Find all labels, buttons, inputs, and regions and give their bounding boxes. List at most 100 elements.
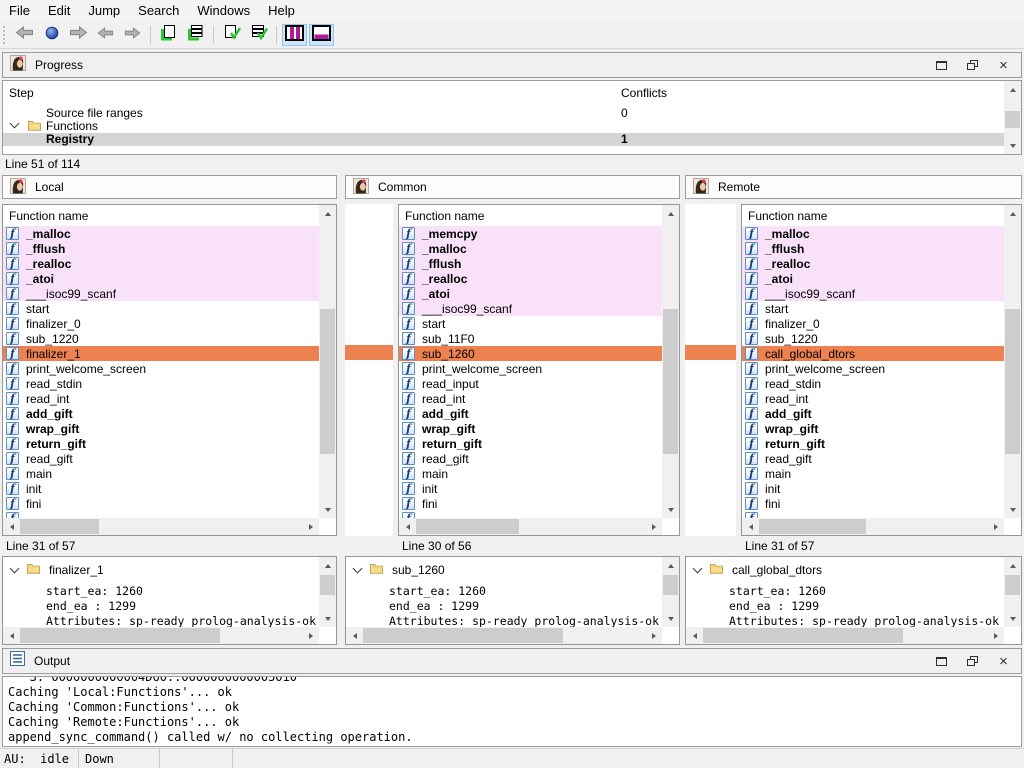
function-row[interactable]: fread_int (3, 391, 319, 406)
chevron-down-icon[interactable] (10, 119, 20, 129)
menu-help[interactable]: Help (259, 0, 304, 22)
horizontal-scrollbar[interactable] (742, 518, 1004, 535)
jump-next-button[interactable] (120, 24, 145, 46)
function-row[interactable]: fsub_1220 (742, 331, 1004, 346)
vertical-scrollbar[interactable] (319, 557, 336, 627)
function-row[interactable]: fprint_welcome_screen (742, 361, 1004, 376)
function-row[interactable]: fprint_welcome_screen (399, 361, 662, 376)
scroll-left-button[interactable] (346, 627, 363, 644)
function-row[interactable]: fmain (399, 466, 662, 481)
scroll-left-button[interactable] (686, 627, 703, 644)
scroll-left-button[interactable] (3, 518, 20, 535)
function-row[interactable]: fprint_welcome_screen (3, 361, 319, 376)
column-header-function-name[interactable]: Function name (3, 205, 319, 226)
scroll-right-button[interactable] (645, 627, 662, 644)
vertical-scrollbar[interactable] (319, 205, 336, 518)
scroll-down-button[interactable] (1004, 501, 1021, 518)
function-row[interactable]: fstart (399, 316, 662, 331)
validate-source-button[interactable] (219, 24, 244, 46)
view-output-button[interactable] (309, 24, 334, 46)
output-maximize-button[interactable] (935, 655, 948, 668)
maximize-button[interactable] (935, 59, 948, 72)
function-row[interactable]: f___isoc99_scanf (399, 301, 662, 316)
function-row[interactable]: f_fflush (3, 241, 319, 256)
scrollbar-thumb[interactable] (759, 519, 866, 534)
scroll-left-button[interactable] (742, 518, 759, 535)
function-row-selected[interactable]: ffinalizer_1 (3, 346, 319, 361)
function-row[interactable]: fread_input (399, 376, 662, 391)
scroll-down-button[interactable] (662, 501, 679, 518)
pane-title-local[interactable]: Local (2, 175, 337, 199)
function-row[interactable]: fsub_11F0 (399, 331, 662, 346)
progress-row-registry[interactable]: Registry1 (3, 133, 1004, 146)
function-row[interactable]: fwrap_gift (742, 421, 1004, 436)
scroll-right-button[interactable] (987, 518, 1004, 535)
column-header-step[interactable]: Step (9, 86, 34, 100)
detail-root-node[interactable]: finalizer_1 (11, 563, 104, 577)
chevron-down-icon[interactable] (693, 564, 703, 574)
function-row[interactable]: f (742, 511, 1004, 518)
column-header-conflicts[interactable]: Conflicts (621, 86, 667, 100)
function-row[interactable]: f_realloc (399, 271, 662, 286)
horizontal-scrollbar[interactable] (399, 518, 662, 535)
scrollbar-thumb[interactable] (1005, 309, 1020, 454)
progress-title-bar[interactable]: Progress × (2, 52, 1022, 78)
open-source-list-button[interactable] (156, 24, 181, 46)
function-row[interactable]: finit (3, 481, 319, 496)
function-row[interactable]: fadd_gift (399, 406, 662, 421)
scrollbar-thumb[interactable] (416, 519, 519, 534)
scroll-left-button[interactable] (399, 518, 416, 535)
scroll-right-button[interactable] (987, 627, 1004, 644)
horizontal-scrollbar[interactable] (3, 518, 319, 535)
function-row[interactable]: fread_gift (399, 451, 662, 466)
function-row[interactable]: fread_gift (3, 451, 319, 466)
menu-jump[interactable]: Jump (79, 0, 129, 22)
nav-back-button[interactable] (12, 24, 37, 46)
function-row[interactable]: ffini (399, 496, 662, 511)
function-row[interactable]: fadd_gift (3, 406, 319, 421)
pane-title-remote[interactable]: Remote (685, 175, 1022, 199)
scroll-right-button[interactable] (645, 518, 662, 535)
pane-title-common[interactable]: Common (345, 175, 680, 199)
output-title-bar[interactable]: Output × (2, 648, 1022, 674)
scroll-down-button[interactable] (319, 501, 336, 518)
function-row[interactable]: f_atoi (399, 286, 662, 301)
scroll-up-button[interactable] (319, 205, 336, 222)
scrollbar-thumb[interactable] (703, 628, 903, 643)
output-float-button[interactable] (966, 655, 979, 668)
scrollbar-thumb[interactable] (320, 575, 335, 595)
scrollbar-thumb[interactable] (663, 309, 678, 454)
close-button[interactable]: × (997, 59, 1010, 72)
function-row[interactable]: f_malloc (742, 226, 1004, 241)
function-row[interactable]: f_realloc (3, 256, 319, 271)
scroll-up-button[interactable] (1004, 557, 1021, 574)
scrollbar-thumb[interactable] (320, 309, 335, 454)
scroll-down-button[interactable] (1004, 137, 1021, 154)
function-row[interactable]: fstart (742, 301, 1004, 316)
output-close-button[interactable]: × (997, 655, 1010, 668)
function-row-selected[interactable]: fcall_global_dtors (742, 346, 1004, 361)
function-row[interactable]: f_malloc (399, 241, 662, 256)
nav-forward-button[interactable] (66, 24, 91, 46)
function-row[interactable]: f_atoi (3, 271, 319, 286)
scrollbar-thumb[interactable] (20, 628, 220, 643)
column-header-function-name[interactable]: Function name (742, 205, 1004, 226)
function-row[interactable]: ffinalizer_0 (742, 316, 1004, 331)
scroll-left-button[interactable] (3, 627, 20, 644)
progress-row-functions[interactable]: Functions (3, 120, 1004, 133)
scrollbar-thumb[interactable] (1005, 111, 1020, 128)
scroll-up-button[interactable] (319, 557, 336, 574)
function-row[interactable]: fwrap_gift (399, 421, 662, 436)
scroll-up-button[interactable] (1004, 205, 1021, 222)
function-row[interactable]: ffini (3, 496, 319, 511)
vertical-scrollbar[interactable] (662, 557, 679, 627)
function-row-selected[interactable]: fsub_1260 (399, 346, 662, 361)
function-row[interactable]: fwrap_gift (3, 421, 319, 436)
function-row[interactable]: f_atoi (742, 271, 1004, 286)
vertical-scrollbar[interactable] (1004, 205, 1021, 518)
horizontal-scrollbar[interactable] (3, 627, 319, 644)
float-button[interactable] (966, 59, 979, 72)
function-row[interactable]: fread_int (742, 391, 1004, 406)
progress-row-source-file-ranges[interactable]: Source file ranges0 (3, 107, 1004, 120)
function-row[interactable]: fmain (3, 466, 319, 481)
